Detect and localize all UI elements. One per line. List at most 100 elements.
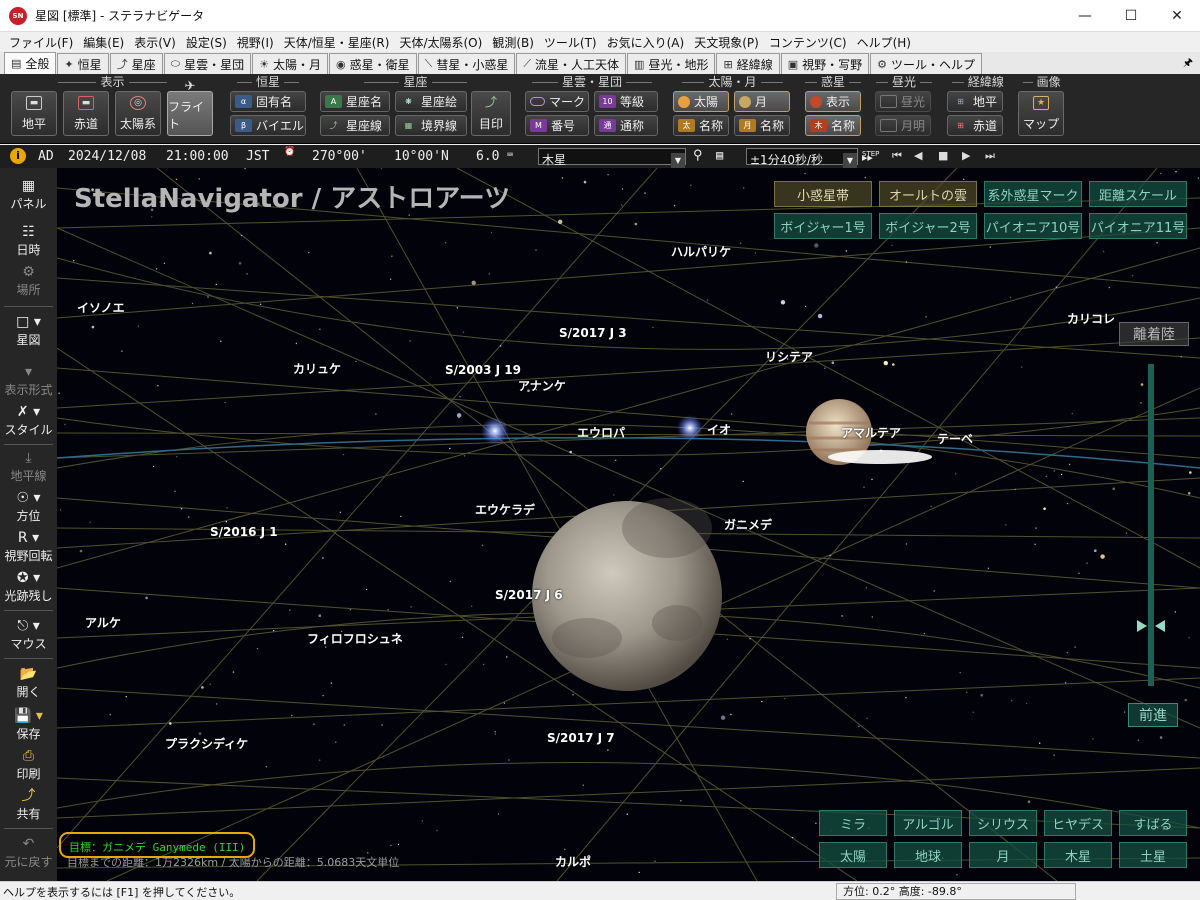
- shortcut-sirius[interactable]: シリウス: [969, 810, 1037, 836]
- tab-stars[interactable]: ✦ 恒星: [57, 53, 109, 74]
- planet-name-button[interactable]: 木名称: [805, 115, 861, 136]
- tab-planets[interactable]: ◉ 惑星・衛星: [328, 53, 417, 74]
- label-praxidike[interactable]: プラクシディケ: [165, 735, 248, 752]
- daylight-button[interactable]: 昼光: [875, 91, 931, 112]
- label-carpo[interactable]: カルポ: [555, 853, 591, 870]
- nebula-magnitude-button[interactable]: 10 等級: [594, 91, 658, 112]
- label-thebe[interactable]: テーベ: [937, 430, 973, 447]
- sidebar-print[interactable]: ⎙ 印刷: [0, 748, 57, 782]
- grid-horizon-button[interactable]: ⊞ 地平: [947, 91, 1003, 112]
- label-s2003j19[interactable]: S/2003 J 19: [445, 363, 521, 377]
- label-philophrosyne[interactable]: フィロフロシュネ: [307, 630, 403, 647]
- play-reverse-icon[interactable]: ◀: [914, 149, 922, 162]
- voyager2-button[interactable]: ボイジャー2号: [879, 213, 977, 239]
- tab-gridlines[interactable]: ⊞ 経緯線: [716, 53, 780, 74]
- label-s2017j6[interactable]: S/2017 J 6: [495, 588, 563, 602]
- label-s2017j7[interactable]: S/2017 J 7: [547, 731, 615, 745]
- display-horizon-button[interactable]: ▬ 地平: [11, 91, 57, 136]
- menu-stars[interactable]: 天体/恒星・星座(R): [279, 34, 395, 51]
- label-ananke[interactable]: アナンケ: [518, 377, 566, 394]
- landing-button[interactable]: 離着陸: [1119, 322, 1189, 346]
- tab-constellations[interactable]: ⤴ 星座: [109, 53, 163, 74]
- io-marker[interactable]: [677, 415, 703, 441]
- sidebar-star-chart[interactable]: □ ▾ 星図: [0, 314, 57, 348]
- clock-icon[interactable]: ⏰: [284, 147, 295, 157]
- minimize-button[interactable]: —: [1062, 0, 1108, 32]
- map-button[interactable]: ★ マップ: [1018, 91, 1064, 136]
- star-chart-view[interactable]: StellaNavigator / アストロアーツ 小惑星帯 オールトの雲 系外…: [57, 168, 1200, 881]
- display-flight-button[interactable]: ✈ フライト: [167, 80, 213, 136]
- tab-meteors[interactable]: ⟋ 流星・人工天体: [516, 53, 627, 74]
- sidebar-undo[interactable]: ↶ 元に戻す: [0, 836, 57, 870]
- sidebar-panel[interactable]: ▦ パネル: [0, 178, 57, 212]
- label-isonoe[interactable]: イソノエ: [77, 299, 125, 316]
- menu-help[interactable]: ヘルプ(H): [852, 34, 916, 51]
- constellation-line-button[interactable]: ⤴ 星座線: [320, 115, 390, 136]
- sidebar-save[interactable]: 💾 ▾ 保存: [0, 708, 57, 742]
- label-kallichore[interactable]: カリコレ: [1067, 310, 1115, 327]
- sidebar-location[interactable]: ⚙ 場所: [0, 264, 57, 298]
- display-equator-button[interactable]: ▬ 赤道: [63, 91, 109, 136]
- close-button[interactable]: ✕: [1154, 0, 1200, 32]
- zoom-handle-left[interactable]: [1137, 620, 1147, 632]
- advance-button[interactable]: 前進: [1128, 703, 1178, 727]
- menu-favorites[interactable]: お気に入り(A): [602, 34, 690, 51]
- sidebar-share[interactable]: ⤴ 共有: [0, 788, 57, 822]
- menu-solar-system[interactable]: 天体/太陽系(O): [394, 34, 487, 51]
- sun-name-button[interactable]: 太名称: [673, 115, 729, 136]
- sidebar-direction[interactable]: ☉ ▾ 方位: [0, 490, 57, 524]
- distance-scale-button[interactable]: 距離スケール: [1089, 181, 1187, 207]
- menu-settings[interactable]: 設定(S): [181, 34, 232, 51]
- star-proper-name-button[interactable]: α 固有名: [230, 91, 306, 112]
- moon-name-button[interactable]: 月名称: [734, 115, 790, 136]
- shortcut-mira[interactable]: ミラ: [819, 810, 887, 836]
- pioneer11-button[interactable]: パイオニア11号: [1089, 213, 1187, 239]
- shortcut-earth[interactable]: 地球: [894, 842, 962, 868]
- menu-phenomena[interactable]: 天文現象(P): [689, 34, 764, 51]
- grid-equator-button[interactable]: ⊞ 赤道: [947, 115, 1003, 136]
- speed-select[interactable]: ±1分40秒/秒 ▼: [746, 148, 858, 168]
- label-s2017j3[interactable]: S/2017 J 3: [559, 326, 627, 340]
- label-amalthea[interactable]: アマルテア: [841, 424, 901, 441]
- play-icon[interactable]: ▶: [962, 149, 970, 162]
- label-ganymede[interactable]: ガニメデ: [724, 516, 772, 533]
- oort-cloud-button[interactable]: オールトの雲: [879, 181, 977, 207]
- label-lysithea[interactable]: リシテア: [765, 348, 813, 365]
- latitude-field[interactable]: 10°00'N: [394, 149, 449, 164]
- target-select[interactable]: 木星 ▼: [538, 148, 686, 168]
- moon-toggle-button[interactable]: 月: [734, 91, 790, 112]
- azimuth-field[interactable]: 270°00': [312, 149, 367, 164]
- nebula-number-button[interactable]: M 番号: [525, 115, 589, 136]
- menu-file[interactable]: ファイル(F): [4, 34, 78, 51]
- menu-contents[interactable]: コンテンツ(C): [764, 34, 852, 51]
- tab-fov[interactable]: ▣ 視野・写野: [780, 53, 870, 74]
- menu-observation[interactable]: 観測(B): [487, 34, 539, 51]
- shortcut-pleiades[interactable]: すばる: [1119, 810, 1187, 836]
- shortcut-hyades[interactable]: ヒヤデス: [1044, 810, 1112, 836]
- sidebar-open[interactable]: 📂 開く: [0, 666, 57, 700]
- planet-show-button[interactable]: 表示: [805, 91, 861, 112]
- info-icon[interactable]: i: [10, 148, 26, 164]
- moonlight-button[interactable]: 月明: [875, 115, 931, 136]
- skip-back-icon[interactable]: ⏮: [892, 149, 902, 163]
- magnitude-field[interactable]: 6.0: [476, 149, 499, 164]
- keyboard-icon[interactable]: ⌨: [507, 150, 513, 161]
- sidebar-style[interactable]: ✗ ▾ スタイル: [0, 404, 57, 438]
- tab-daylight-terrain[interactable]: ▥ 昼光・地形: [627, 53, 716, 74]
- shortcut-jupiter[interactable]: 木星: [1044, 842, 1112, 868]
- display-solar-system-button[interactable]: ◎ 太陽系: [115, 91, 161, 136]
- menu-edit[interactable]: 編集(E): [78, 34, 129, 51]
- landmark-button[interactable]: ⤴ 目印: [471, 91, 511, 136]
- exoplanet-mark-button[interactable]: 系外惑星マーク: [984, 181, 1082, 207]
- sun-toggle-button[interactable]: 太陽: [673, 91, 729, 112]
- label-io[interactable]: イオ: [707, 421, 731, 438]
- menu-tools[interactable]: ツール(T): [539, 34, 602, 51]
- time-field[interactable]: 21:00:00: [166, 149, 229, 164]
- search-icon[interactable]: ⚲: [693, 148, 703, 163]
- constellation-name-button[interactable]: A 星座名: [320, 91, 390, 112]
- label-harpalyke[interactable]: ハルパリケ: [671, 243, 731, 260]
- shortcut-saturn[interactable]: 土星: [1119, 842, 1187, 868]
- boundary-line-button[interactable]: ▦ 境界線: [395, 115, 467, 136]
- label-euporie[interactable]: エウケラデ: [475, 501, 535, 518]
- stop-icon[interactable]: ■: [938, 149, 948, 162]
